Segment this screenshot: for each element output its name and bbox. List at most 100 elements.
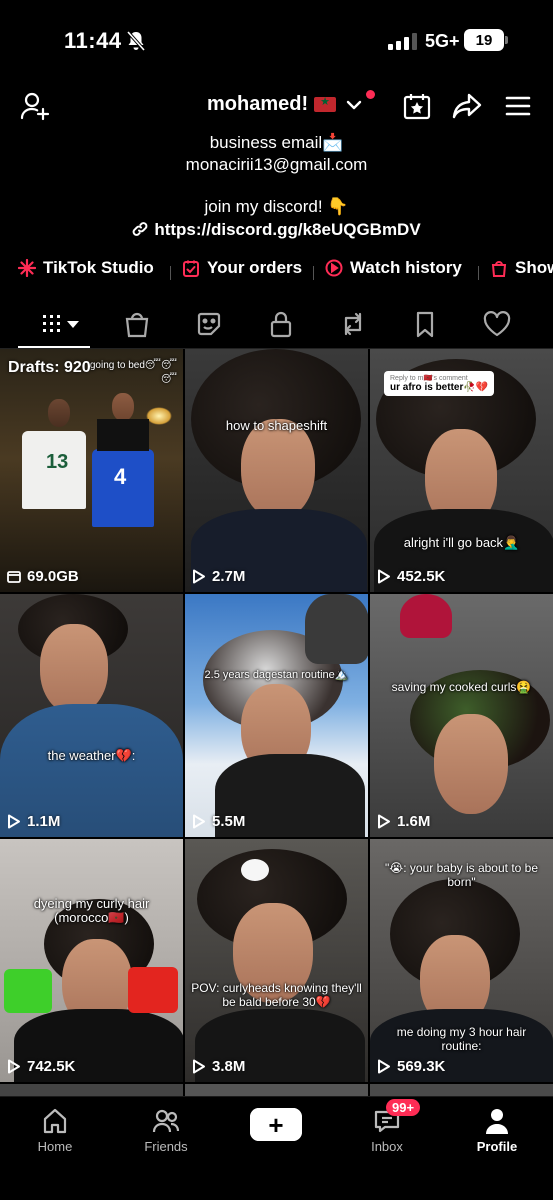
video-caption: POV: curlyheads knowing they'll be bald … — [191, 981, 362, 1009]
video-caption: me doing my 3 hour hair routine: — [396, 1025, 527, 1053]
shortcut-label: Show — [515, 258, 553, 277]
bio-line-1: business email📩 — [209, 133, 344, 152]
heart-icon — [483, 311, 511, 337]
bio-email: monacirii13@gmail.com — [185, 155, 368, 174]
create-button[interactable]: + — [246, 1108, 306, 1141]
bio-link-text: https://discord.gg/k8eUQGBmDV — [154, 220, 421, 239]
battery-tip — [505, 36, 508, 44]
status-bar: 11:44 5G+ 19 — [0, 0, 553, 80]
creator-star-icon[interactable] — [403, 92, 431, 120]
status-time: 11:44 — [64, 28, 122, 53]
account-switcher[interactable]: mohamed! — [207, 93, 362, 116]
shortcut-label: TikTok Studio — [43, 258, 154, 277]
video-tile[interactable]: dyeing my curly hair (morocco🇲🇦) 742.5K — [0, 839, 183, 1082]
play-icon — [378, 1059, 390, 1074]
play-icon — [378, 814, 390, 829]
link-icon — [132, 222, 148, 236]
draft-storage: 69.0GB — [7, 568, 79, 585]
video-grid: 13 4 going to bed😴😴😴 Drafts: 920 69.0GB … — [0, 349, 553, 1096]
shortcut-your-orders[interactable]: Your orders — [182, 258, 302, 278]
video-tile[interactable]: POV: curlyheads knowing they'll be bald … — [185, 839, 368, 1082]
tab-liked[interactable] — [482, 309, 512, 339]
repost-icon — [344, 312, 362, 336]
drafts-count: Drafts: 920 — [8, 359, 91, 376]
morocco-flag-icon — [314, 95, 337, 112]
view-count: 1.6M — [377, 813, 430, 830]
nav-profile[interactable]: Profile — [457, 1107, 537, 1154]
video-tile[interactable] — [185, 1084, 368, 1096]
video-tile[interactable]: the weather💔: 1.1M — [0, 594, 183, 837]
tab-videos[interactable] — [40, 309, 82, 339]
tab-favorites[interactable] — [410, 309, 440, 339]
battery-indicator: 19 — [464, 29, 504, 51]
video-caption: "😭: your baby is about to be born" — [384, 861, 539, 889]
nav-friends[interactable]: Friends — [126, 1107, 206, 1154]
bottom-navigation: Home Friends + Inbox 99+ Profile — [0, 1096, 553, 1200]
shortcut-tiktok-studio[interactable]: TikTok Studio — [18, 258, 154, 278]
notification-dot — [366, 90, 375, 99]
tab-active-indicator — [18, 346, 90, 348]
profile-icon — [486, 1109, 508, 1134]
grid-icon — [43, 315, 79, 332]
reply-bubble: Reply to m🇲🇦's comment ur afro is better… — [384, 371, 495, 396]
nav-home[interactable]: Home — [15, 1107, 95, 1154]
plus-icon: + — [250, 1108, 302, 1141]
bio-line-3: join my discord! 👇 — [204, 197, 349, 216]
profile-bio: business email📩 monacirii13@gmail.com jo… — [0, 132, 553, 218]
hamburger-menu-icon[interactable] — [505, 95, 531, 117]
play-icon — [193, 569, 205, 584]
view-count: 742.5K — [7, 1058, 75, 1075]
video-caption: dyeing my curly hair (morocco🇲🇦) — [33, 896, 150, 925]
sticker-icon — [197, 312, 221, 336]
play-icon — [378, 569, 390, 584]
lock-icon — [270, 311, 292, 338]
content-tabs — [0, 303, 553, 349]
shop-icon — [491, 261, 507, 277]
play-icon — [8, 814, 20, 829]
video-tile[interactable]: saving my cooked curls🤮 1.6M — [370, 594, 553, 837]
add-friend-icon[interactable] — [20, 91, 50, 121]
shortcut-show[interactable]: Show — [490, 258, 553, 278]
bell-off-icon — [126, 30, 146, 52]
profile-header: mohamed! — [0, 85, 553, 125]
drafts-tile[interactable]: 13 4 going to bed😴😴😴 Drafts: 920 69.0GB — [0, 349, 183, 592]
tiktok-studio-icon — [18, 259, 36, 277]
tab-private[interactable] — [266, 309, 296, 339]
shortcut-watch-history[interactable]: Watch history — [325, 258, 462, 278]
tab-shop[interactable] — [122, 309, 152, 339]
storage-icon — [7, 571, 21, 583]
share-icon[interactable] — [452, 93, 482, 119]
play-icon — [193, 814, 205, 829]
shortcut-label: Your orders — [207, 258, 303, 277]
video-tile[interactable] — [0, 1084, 183, 1096]
friends-icon — [152, 1109, 180, 1133]
view-count: 452.5K — [377, 568, 445, 585]
video-caption: alright i'll go back🤦‍♂️ — [403, 535, 520, 550]
view-count: 5.5M — [192, 813, 245, 830]
bio-link[interactable]: https://discord.gg/k8eUQGBmDV — [0, 220, 553, 240]
tab-reposts[interactable] — [338, 309, 368, 339]
shopping-bag-icon — [125, 312, 149, 338]
view-count: 2.7M — [192, 568, 245, 585]
video-tile[interactable]: Reply to m🇲🇦's comment ur afro is better… — [370, 349, 553, 592]
video-tile[interactable]: 2.5 years dagestan routine🏔️ 5.5M — [185, 594, 368, 837]
video-tile[interactable]: how to shapeshift 2.7M — [185, 349, 368, 592]
video-caption: how to shapeshift — [225, 418, 328, 433]
view-count: 3.8M — [192, 1058, 245, 1075]
chevron-down-icon — [346, 100, 362, 109]
home-icon — [43, 1108, 67, 1134]
video-tile[interactable] — [370, 1084, 553, 1096]
video-caption: 2.5 years dagestan routine🏔️ — [204, 669, 349, 681]
tab-stickers[interactable] — [194, 309, 224, 339]
watch-history-icon — [325, 259, 343, 277]
network-type: 5G+ — [425, 31, 460, 51]
username: mohamed! — [207, 93, 309, 115]
play-icon — [8, 1059, 20, 1074]
play-icon — [193, 1059, 205, 1074]
cellular-signal-icon — [388, 32, 420, 50]
profile-shortcuts: TikTok Studio Your orders Watch history … — [0, 258, 553, 286]
inbox-badge: 99+ — [386, 1099, 421, 1116]
orders-icon — [183, 260, 199, 277]
video-caption: the weather💔: — [47, 748, 136, 763]
video-tile[interactable]: "😭: your baby is about to be born" me do… — [370, 839, 553, 1082]
